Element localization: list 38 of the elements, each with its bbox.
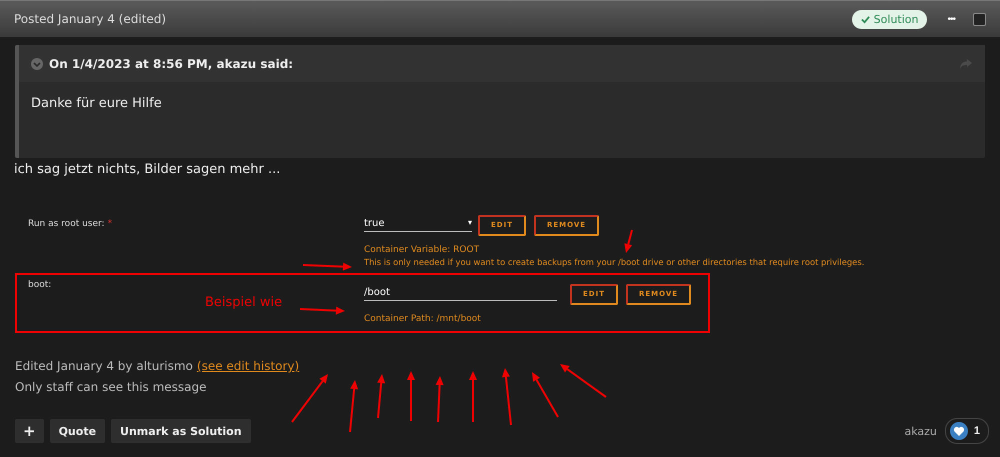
select-checkbox[interactable] bbox=[973, 12, 986, 26]
caret-icon: ▾ bbox=[468, 218, 472, 229]
share-icon[interactable] bbox=[959, 58, 973, 70]
post-text: ich sag jetzt nichts, Bilder sagen mehr ... bbox=[14, 162, 282, 177]
arrow bbox=[436, 376, 444, 422]
arrow bbox=[291, 374, 328, 423]
edit-note: Edited January 4 by alturismo bbox=[15, 359, 193, 373]
arrow bbox=[469, 371, 477, 422]
container-variable: Container Variable: ROOT bbox=[364, 245, 480, 255]
root-select[interactable]: true ▾ bbox=[364, 218, 472, 232]
action-button[interactable]: Unmark as Solution bbox=[111, 419, 251, 443]
arrow bbox=[300, 306, 345, 315]
staff-note: Only staff can see this message bbox=[15, 380, 208, 394]
arrow bbox=[502, 368, 512, 426]
solution-badge: Solution bbox=[852, 10, 928, 28]
post-date: Posted January 4 (edited) bbox=[14, 12, 166, 26]
arrow bbox=[377, 374, 386, 418]
author-name: akazu bbox=[904, 424, 937, 438]
field-label: boot: bbox=[28, 280, 52, 290]
check-icon bbox=[860, 14, 870, 24]
add-button[interactable]: + bbox=[15, 419, 44, 443]
collapse-icon[interactable] bbox=[31, 58, 43, 70]
annotation-text: Beispiel wie bbox=[205, 295, 282, 310]
quote-text: Danke für eure Hilfe bbox=[30, 95, 163, 113]
container-path: Container Path: /mnt/boot bbox=[364, 314, 482, 324]
arrow bbox=[302, 262, 352, 271]
reaction-button[interactable]: 1 bbox=[944, 418, 989, 444]
arrow bbox=[349, 380, 358, 432]
arrow bbox=[407, 371, 415, 421]
field-label: Run as root user: bbox=[28, 219, 105, 229]
arrow bbox=[624, 230, 633, 253]
edit-history-link[interactable]: (see edit history) bbox=[196, 359, 300, 373]
more-options-button[interactable]: ••• bbox=[947, 14, 955, 24]
action-button[interactable]: Quote bbox=[50, 419, 106, 443]
required-mark: * bbox=[108, 219, 112, 229]
path-field[interactable]: /boot bbox=[364, 287, 557, 301]
field-description: This is only needed if you want to create backups from your /boot drive or other directories that require root privileges. bbox=[364, 257, 864, 267]
quote-citation: On 1/4/2023 at 8:56 PM, akazu said: bbox=[49, 56, 294, 70]
